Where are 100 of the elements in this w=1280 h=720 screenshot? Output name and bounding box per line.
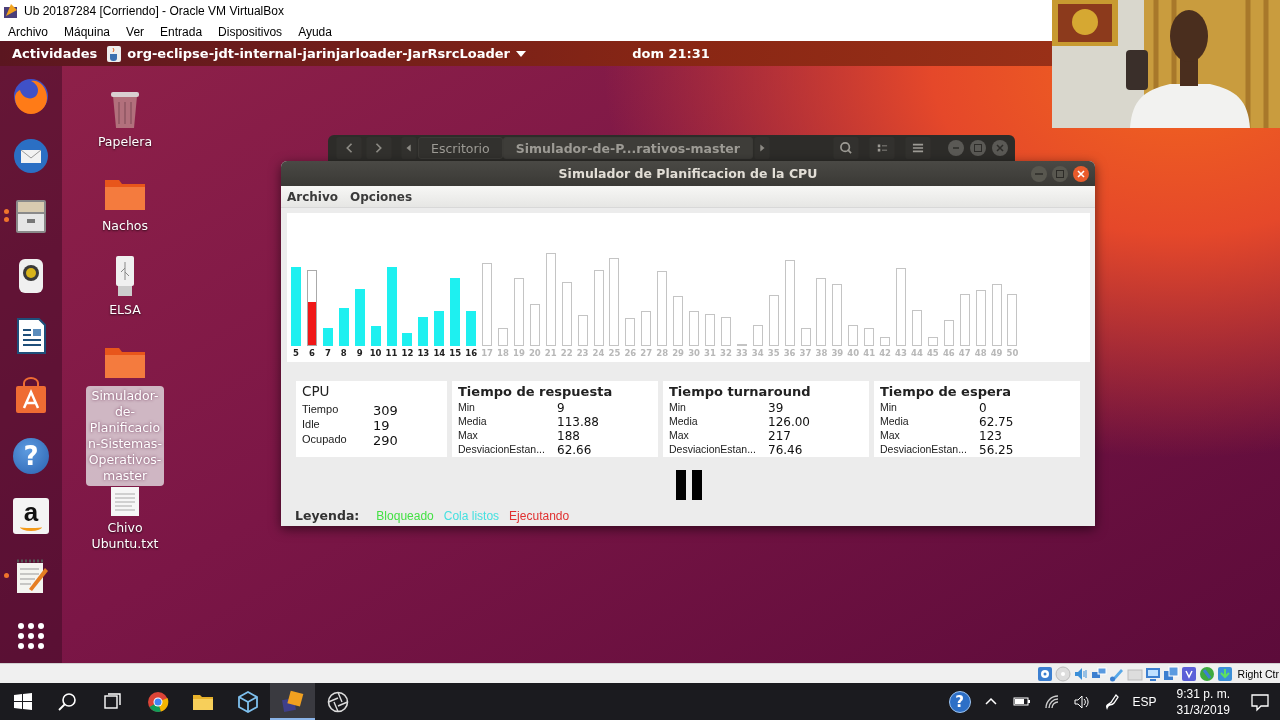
card-title: Tiempo de espera	[880, 383, 1012, 400]
process-label: 41	[863, 348, 876, 359]
clock[interactable]: dom 21:31	[632, 46, 710, 61]
legend-item: Ejecutando	[509, 508, 570, 523]
stat-label: Media	[880, 415, 910, 429]
stat-value: 126.00	[768, 415, 811, 429]
caret-icon	[515, 50, 526, 57]
process-label: 13	[417, 348, 430, 359]
stat-value: 62.66	[557, 443, 593, 457]
text-file-icon[interactable]	[110, 486, 140, 516]
browser-icon	[146, 690, 169, 713]
process-label: 7	[324, 348, 331, 359]
process-label: 27	[640, 348, 653, 359]
process-label: 39	[831, 348, 844, 359]
stat-label: Ocupado	[302, 433, 348, 447]
process-label: 23	[576, 348, 589, 359]
close-button[interactable]	[1072, 164, 1090, 183]
process-label: 45	[926, 348, 939, 359]
process-label: 5	[293, 348, 299, 359]
legend-item: Cola listos	[443, 508, 500, 523]
process-label: 20	[528, 348, 541, 359]
app-menu[interactable]: org-eclipse-jdt-internal-jarinjarloader-JarRsrcLoader	[107, 45, 526, 62]
stat-label: Max	[880, 429, 901, 443]
process-label: 29	[672, 348, 685, 359]
process-label: 14	[433, 348, 446, 359]
legend-item: Bloqueado	[376, 508, 434, 523]
help-icon[interactable]: ?	[948, 690, 971, 713]
process-label: 31	[704, 348, 716, 359]
process-label: 32	[719, 348, 732, 359]
process-label: 9	[356, 348, 363, 359]
process-label: 18	[497, 348, 509, 359]
start-button[interactable]	[11, 690, 34, 713]
process-label: 38	[815, 348, 828, 359]
process-label: 25	[608, 348, 621, 359]
aperture-icon	[326, 690, 349, 713]
icon-label[interactable]: Papelera	[85, 134, 165, 150]
dock-launcher[interactable]: a	[0, 496, 62, 536]
stat-label: Idle	[302, 418, 321, 432]
stat-label: Media	[458, 415, 488, 429]
video-capture-icon	[1162, 665, 1179, 682]
app-icon	[3, 3, 19, 19]
stat-label: DesviacionEstan...	[458, 443, 546, 457]
clock-time: 9:31 p. m.	[1176, 685, 1230, 702]
search-button[interactable]	[56, 690, 79, 713]
path-button[interactable]: Simulador-de-P...rativos-master	[502, 137, 753, 159]
stat-label: Max	[458, 429, 479, 443]
taskbar-app[interactable]	[270, 683, 315, 720]
stat-value: 290	[373, 433, 399, 448]
stat-value: 76.46	[768, 443, 804, 457]
wifi-icon[interactable]	[1042, 692, 1061, 711]
menu-item[interactable]: Ver	[126, 24, 153, 39]
process-label: 8	[340, 348, 347, 359]
menu-item[interactable]: Ayuda	[298, 24, 340, 39]
process-label: 28	[656, 348, 669, 359]
card-title: Tiempo de respuesta	[458, 383, 614, 400]
language-indicator[interactable]: ESP	[1132, 694, 1157, 709]
menu-item[interactable]: Opciones	[350, 189, 413, 204]
stat-label: DesviacionEstan...	[880, 443, 968, 457]
process-label: 30	[688, 348, 700, 359]
stat-label: Min	[669, 401, 687, 415]
stat-label: Tiempo	[302, 403, 340, 417]
notification-icon[interactable]	[1250, 691, 1270, 712]
process-label: 6	[308, 348, 315, 359]
stat-value: 56.25	[979, 443, 1015, 457]
process-label: 40	[847, 348, 860, 359]
menu-item[interactable]: Archivo	[8, 24, 56, 39]
icon-label[interactable]: Nachos	[85, 218, 165, 234]
menu-item[interactable]: Archivo	[287, 189, 339, 204]
stat-label: DesviacionEstan...	[669, 443, 757, 457]
icon-label[interactable]: ELSA	[85, 302, 165, 318]
stat-label: Min	[880, 401, 898, 415]
card-title: Tiempo turnaround	[669, 383, 812, 400]
menu-item[interactable]: Máquina	[64, 24, 119, 39]
store-icon[interactable]: a	[13, 498, 49, 534]
clock[interactable]: 9:31 p. m. 31/3/2019	[1176, 685, 1230, 718]
process-label: 47	[958, 348, 971, 359]
pause-icon[interactable]	[675, 470, 702, 500]
process-label: 33	[735, 348, 748, 359]
process-label: 11	[385, 348, 398, 359]
stat-value: 188	[557, 429, 581, 443]
process-label: 35	[767, 348, 780, 359]
host-key-label: Right Ctr	[1237, 667, 1279, 680]
process-label: 15	[449, 348, 462, 359]
icon-label[interactable]: Chivo Ubuntu.txt	[85, 520, 165, 552]
display-icon	[1144, 665, 1161, 682]
menu-item[interactable]: Dispositivos	[218, 24, 291, 39]
path-button[interactable]: Escritorio	[418, 137, 503, 159]
stat-value: 0	[979, 401, 988, 415]
stat-value: 39	[768, 401, 785, 415]
process-label: 44	[911, 348, 923, 359]
clock-date: 31/3/2019	[1176, 701, 1230, 718]
process-label: 37	[799, 348, 812, 359]
activities-button[interactable]: Actividades	[12, 46, 98, 61]
stat-value: 62.75	[979, 415, 1015, 429]
process-label: 26	[624, 348, 637, 359]
envelope-icon[interactable]	[11, 136, 51, 176]
menu-item[interactable]: Entrada	[160, 24, 211, 39]
usb-drive-icon[interactable]	[113, 254, 137, 298]
process-label: 34	[751, 348, 764, 359]
stat-value: 217	[768, 429, 792, 443]
